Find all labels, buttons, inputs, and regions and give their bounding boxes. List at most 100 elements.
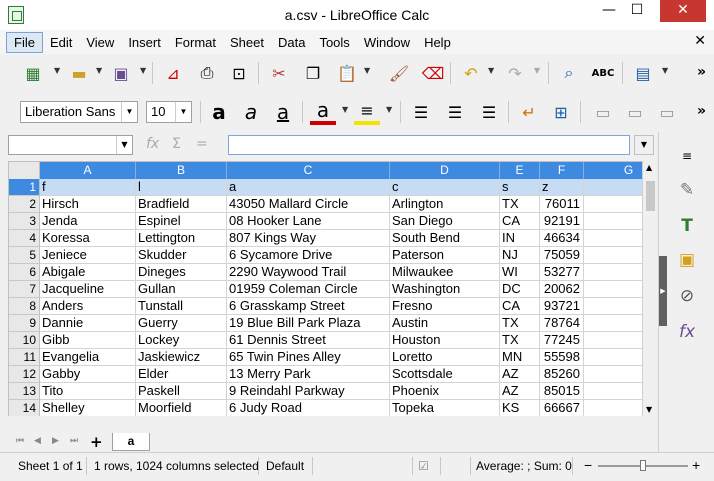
cell[interactable]: 78764	[540, 315, 584, 332]
cell[interactable]: Tito	[40, 383, 136, 400]
row-header[interactable]: 2	[9, 196, 40, 213]
cell[interactable]: AZ	[500, 366, 540, 383]
cell[interactable]: 19 Blue Bill Park Plaza	[227, 315, 390, 332]
column-header-c[interactable]: C	[227, 162, 390, 179]
cell[interactable]: Gabby	[40, 366, 136, 383]
cell[interactable]: TX	[500, 332, 540, 349]
cell[interactable]: 92191	[540, 213, 584, 230]
cell[interactable]: 66667	[540, 400, 584, 416]
scroll-up-icon[interactable]: ▲	[646, 163, 652, 172]
export-pdf-icon[interactable]: ⊿	[160, 60, 186, 86]
cell[interactable]: 85015	[540, 383, 584, 400]
cell[interactable]: MN	[500, 349, 540, 366]
cell[interactable]: Scottsdale	[390, 366, 500, 383]
spelling-icon[interactable]: ABC	[590, 60, 616, 86]
cell[interactable]: 75059	[540, 247, 584, 264]
cell[interactable]	[584, 400, 642, 416]
cell[interactable]: Guerry	[136, 315, 227, 332]
cell[interactable]: Elder	[136, 366, 227, 383]
row-header[interactable]: 11	[9, 349, 40, 366]
maximize-button[interactable]: ☐	[624, 0, 650, 22]
cell[interactable]: WI	[500, 264, 540, 281]
row-header[interactable]: 12	[9, 366, 40, 383]
sheet-tab-a[interactable]: a	[112, 433, 150, 451]
cell[interactable]: 6 Grasskamp Street	[227, 298, 390, 315]
row-header[interactable]: 13	[9, 383, 40, 400]
cell[interactable]: Jenda	[40, 213, 136, 230]
cell[interactable]: 9 Reindahl Parkway	[227, 383, 390, 400]
cell[interactable]: s	[500, 179, 540, 196]
menu-tools[interactable]: Tools	[312, 33, 356, 52]
highlight-dropdown-icon[interactable]: ▼	[386, 105, 392, 114]
cell[interactable]: Austin	[390, 315, 500, 332]
cell[interactable]: 6 Judy Road	[227, 400, 390, 416]
cell[interactable]: Paterson	[390, 247, 500, 264]
cell[interactable]: Bradfield	[136, 196, 227, 213]
cell[interactable]: Houston	[390, 332, 500, 349]
cell[interactable]	[584, 196, 642, 213]
cell[interactable]: Jacqueline	[40, 281, 136, 298]
open-dropdown-icon[interactable]: ▼	[96, 66, 102, 75]
font-color-icon[interactable]: a	[310, 98, 336, 125]
close-button[interactable]: ✕	[660, 0, 706, 22]
cell[interactable]: San Diego	[390, 213, 500, 230]
cell[interactable]: 807 Kings Way	[227, 230, 390, 247]
cell[interactable]: 46634	[540, 230, 584, 247]
next-sheet-icon[interactable]: ▶	[52, 436, 59, 446]
toolbar-more-icon[interactable]: »	[697, 64, 706, 80]
copy-icon[interactable]: ❐	[300, 60, 326, 86]
cell[interactable]	[584, 315, 642, 332]
row-header[interactable]: 14	[9, 400, 40, 416]
cell[interactable]: NJ	[500, 247, 540, 264]
cell[interactable]: Shelley	[40, 400, 136, 416]
cell[interactable]: 6 Sycamore Drive	[227, 247, 390, 264]
new-spreadsheet-icon[interactable]: ▦	[20, 60, 46, 86]
menu-edit[interactable]: Edit	[43, 33, 79, 52]
cell[interactable]: 93721	[540, 298, 584, 315]
first-sheet-icon[interactable]: ⏮	[16, 436, 24, 446]
cell[interactable]: AZ	[500, 383, 540, 400]
name-box[interactable]: ▼	[8, 135, 133, 155]
align-bottom-icon[interactable]: ▭	[654, 99, 680, 125]
cell[interactable]: f	[40, 179, 136, 196]
cell[interactable]: Jeniece	[40, 247, 136, 264]
sum-icon[interactable]: Σ	[172, 136, 181, 152]
expand-formula-bar-icon[interactable]: ▼	[634, 135, 654, 155]
column-header-d[interactable]: D	[390, 162, 500, 179]
menu-help[interactable]: Help	[417, 33, 458, 52]
font-name-dropdown-icon[interactable]: ▼	[121, 102, 137, 122]
select-all-corner[interactable]	[9, 162, 40, 179]
cell[interactable]: KS	[500, 400, 540, 416]
font-size-box[interactable]: 10 ▼	[146, 101, 192, 123]
vertical-scrollbar[interactable]: ▲ ▼	[642, 161, 658, 416]
row-header[interactable]: 9	[9, 315, 40, 332]
navigator-icon[interactable]: ⊘	[673, 282, 701, 310]
clear-formatting-icon[interactable]: ⌫	[420, 60, 446, 86]
cell[interactable]: Dannie	[40, 315, 136, 332]
status-page-style[interactable]: Default	[266, 459, 304, 473]
font-color-dropdown-icon[interactable]: ▼	[342, 105, 348, 114]
row-dropdown-icon[interactable]: ▼	[662, 66, 668, 75]
cell[interactable]: 13 Merry Park	[227, 366, 390, 383]
cell[interactable]	[584, 179, 642, 196]
paste-icon[interactable]: 📋	[334, 60, 360, 86]
cell[interactable]: Loretto	[390, 349, 500, 366]
cell[interactable]: DC	[500, 281, 540, 298]
cell[interactable]	[584, 332, 642, 349]
cell[interactable]	[584, 366, 642, 383]
underline-icon[interactable]: a	[270, 99, 296, 125]
cell[interactable]: 77245	[540, 332, 584, 349]
cell[interactable]: Skudder	[136, 247, 227, 264]
cell[interactable]: Anders	[40, 298, 136, 315]
bold-icon[interactable]: a	[206, 99, 232, 125]
sidebar-menu-icon[interactable]: ≡	[673, 142, 701, 170]
functions-icon[interactable]: fx	[673, 318, 701, 346]
align-right-icon[interactable]: ☰	[476, 99, 502, 125]
column-header-g[interactable]: G	[584, 162, 642, 179]
italic-icon[interactable]: a	[238, 99, 264, 125]
cell[interactable]: Fresno	[390, 298, 500, 315]
cut-icon[interactable]: ✂	[266, 60, 292, 86]
sidebar-collapse-handle[interactable]: ▶	[659, 256, 667, 326]
close-document-icon[interactable]: ✕	[694, 33, 706, 49]
cell[interactable]: Moorfield	[136, 400, 227, 416]
